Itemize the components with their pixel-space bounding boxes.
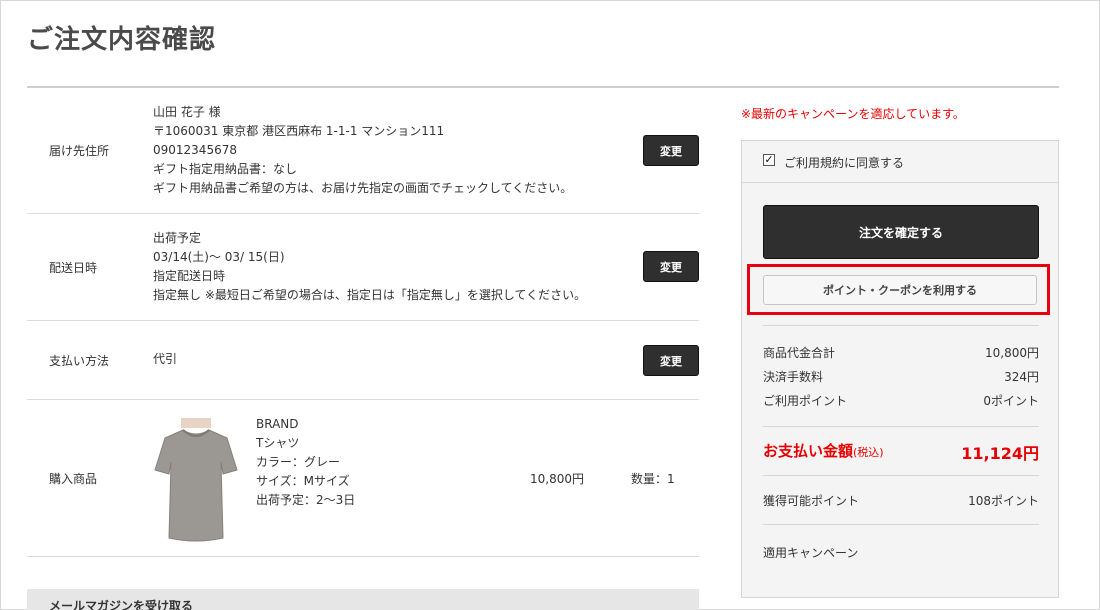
address-label: 届け先住所 xyxy=(49,144,110,158)
delivery-row: 配送日時 出荷予定 03/14(土)～ 03/ 15(日) 指定配送日時 指定無… xyxy=(27,214,699,321)
change-delivery-button[interactable]: 変更 xyxy=(643,251,699,282)
delivery-label: 配送日時 xyxy=(49,261,98,275)
payment-fee-value: 324円 xyxy=(1004,370,1039,384)
terms-checkbox[interactable]: ✓ xyxy=(763,154,775,166)
phone-number: 09012345678 xyxy=(153,143,237,157)
product-ship-time: 出荷予定：2～3日 xyxy=(256,493,356,507)
payment-fee-label: 決済手数料 xyxy=(763,370,824,384)
change-payment-button[interactable]: 変更 xyxy=(643,345,699,376)
subtotal-label: 商品代金合計 xyxy=(763,346,836,360)
used-points-value: 0ポイント xyxy=(983,394,1039,408)
applied-campaign-line: 適用キャンペーン xyxy=(763,544,1039,561)
earnable-points-label: 獲得可能ポイント xyxy=(763,494,860,508)
terms-agree-label[interactable]: ご利用規約に同意する xyxy=(784,154,904,171)
gift-slip-note: ギフト用納品書ご希望の方は、お届け先指定の画面でチェックしてください。 xyxy=(153,181,573,195)
page-title: ご注文内容確認 xyxy=(27,25,217,55)
product-color: カラー：グレー xyxy=(256,455,341,469)
total-amount-value: 11,124円 xyxy=(961,444,1039,463)
product-brand: BRAND xyxy=(256,417,299,431)
product-label: 購入商品 xyxy=(49,472,98,486)
product-details: BRAND Tシャツ カラー：グレー サイズ：Mサイズ 出荷予定：2～3日 xyxy=(256,415,355,510)
delivery-date-heading: 指定配送日時 xyxy=(153,269,226,283)
terms-agree-row[interactable]: ✓ ご利用規約に同意する xyxy=(742,141,1058,183)
earn-divider xyxy=(763,475,1039,476)
product-row: 購入商品 BRAND Tシャツ カラー：グレー サイズ：Mサイズ 出荷予定：2～… xyxy=(27,400,699,557)
earnable-points-value: 108ポイント xyxy=(968,494,1039,508)
used-points-label: ご利用ポイント xyxy=(763,394,848,408)
used-points-line: ご利用ポイント 0ポイント xyxy=(763,392,1039,409)
payment-fee-line: 決済手数料 324円 xyxy=(763,368,1039,385)
campaign-divider xyxy=(763,524,1039,525)
campaign-notice: ※最新のキャンペーンを適応しています。 xyxy=(741,107,965,121)
delivery-date-note: 指定無し ※最短日ご希望の場合は、指定日は「指定無し」を選択してください。 xyxy=(153,288,587,302)
payment-label: 支払い方法 xyxy=(49,354,110,368)
order-table: 届け先住所 山田 花子 様 〒1060031 東京都 港区西麻布 1-1-1 マ… xyxy=(27,88,699,557)
earnable-points-line: 獲得可能ポイント 108ポイント xyxy=(763,492,1039,509)
change-address-button[interactable]: 変更 xyxy=(643,135,699,166)
payment-row: 支払い方法 代引 変更 xyxy=(27,321,699,400)
total-amount-label: お支払い金額 xyxy=(763,442,854,460)
mail-magazine-optin[interactable]: メールマガジンを受け取る xyxy=(27,589,699,610)
total-amount-line: お支払い金額(税込) 11,124円 xyxy=(763,440,1039,463)
ship-schedule-heading: 出荷予定 xyxy=(153,231,202,245)
tax-included-note: (税込) xyxy=(853,446,884,459)
payment-method: 代引 xyxy=(153,352,178,366)
total-divider xyxy=(763,426,1039,427)
product-size: サイズ：Mサイズ xyxy=(256,474,350,488)
coupon-highlight-frame xyxy=(747,264,1050,315)
applied-campaign-label: 適用キャンペーン xyxy=(763,546,859,560)
tshirt-product-image[interactable] xyxy=(153,416,239,544)
gift-slip-status: ギフト指定用納品書：なし xyxy=(153,162,298,176)
address-row: 届け先住所 山田 花子 様 〒1060031 東京都 港区西麻布 1-1-1 マ… xyxy=(27,88,699,214)
product-name: Tシャツ xyxy=(256,436,300,450)
address-content: 山田 花子 様 〒1060031 東京都 港区西麻布 1-1-1 マンション11… xyxy=(153,103,572,198)
ship-schedule-dates: 03/14(土)～ 03/ 15(日) xyxy=(153,250,285,264)
delivery-content: 出荷予定 03/14(土)～ 03/ 15(日) 指定配送日時 指定無し ※最短… xyxy=(153,229,586,305)
product-quantity: 数量：1 xyxy=(631,472,675,486)
subtotal-line: 商品代金合計 10,800円 xyxy=(763,344,1039,361)
subtotal-value: 10,800円 xyxy=(985,346,1039,360)
tshirt-icon xyxy=(154,418,238,542)
recipient-name: 山田 花子 様 xyxy=(153,105,221,119)
product-price: 10,800円 xyxy=(530,472,584,486)
postal-address: 〒1060031 東京都 港区西麻布 1-1-1 マンション111 xyxy=(153,124,445,138)
summary-divider xyxy=(763,325,1039,326)
order-summary-panel: ✓ ご利用規約に同意する 注文を確定する ポイント・クーポンを利用する 商品代金… xyxy=(741,140,1059,598)
confirm-order-button[interactable]: 注文を確定する xyxy=(763,205,1039,259)
